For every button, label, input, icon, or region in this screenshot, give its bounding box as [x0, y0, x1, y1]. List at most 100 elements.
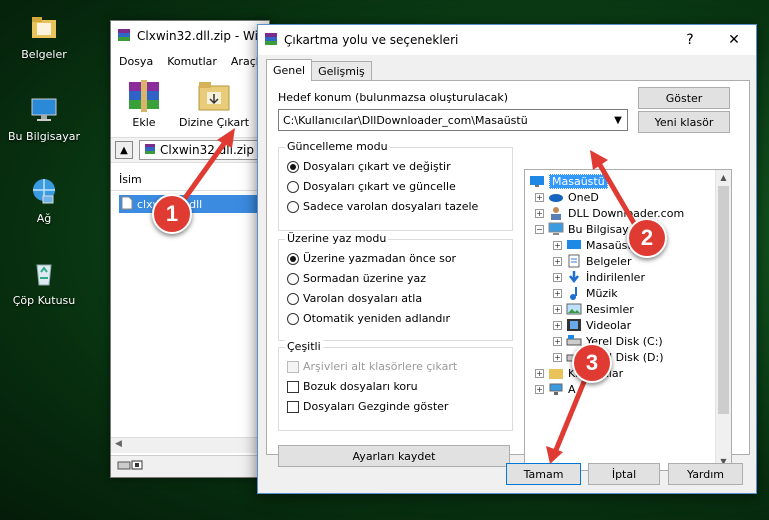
expand-icon[interactable]: + [535, 384, 544, 394]
tree-item-documents[interactable]: + Belgeler [553, 253, 631, 269]
computer-icon [27, 92, 61, 126]
overwrite-mode-group: Üzerine yaz modu Üzerine yazmadan önce s… [278, 232, 513, 341]
desktop-icon-network[interactable]: Ağ [6, 174, 82, 225]
checkbox-show-in-explorer[interactable]: Dosyaları Gezginde göster [287, 400, 448, 413]
expand-icon[interactable]: + [553, 272, 562, 282]
collapse-icon[interactable]: − [535, 224, 544, 234]
checkbox-label: Arşivleri alt klasörlere çıkart [303, 360, 458, 373]
archive-books-icon [123, 78, 165, 114]
user-icon [548, 206, 564, 220]
tree-item-desktop-sub[interactable]: + Masaüstü [553, 237, 639, 253]
scroll-up-icon[interactable]: ▲ [716, 170, 731, 186]
expand-icon[interactable]: + [535, 208, 544, 218]
archive-path-box[interactable]: Clxwin32.dll.zip [139, 140, 269, 160]
folder-tree[interactable]: Masaüstü + OneD + DLL Downloader.com − B… [524, 169, 732, 471]
radio-label: Dosyaları çıkart ve güncelle [303, 180, 456, 193]
scroll-thumb[interactable] [718, 186, 729, 414]
ok-button[interactable]: Tamam [506, 463, 581, 485]
column-header-name[interactable]: İsim [111, 169, 269, 191]
library-folder-icon [548, 366, 564, 380]
archive-small-icon [144, 143, 156, 158]
save-settings-button[interactable]: Ayarları kaydet [278, 445, 510, 467]
tab-general[interactable]: Genel [266, 59, 313, 81]
arrow-up-icon: ▲ [120, 144, 128, 156]
tree-item-user[interactable]: + DLL Downloader.com [535, 205, 684, 221]
dialog-tabs: Genel Gelişmiş [266, 59, 372, 81]
tree-item-label: Masaüstü [549, 173, 608, 189]
expand-icon[interactable]: + [553, 240, 562, 250]
extract-to-button[interactable]: Dizine Çıkart [179, 78, 249, 129]
radio-skip-existing[interactable]: Varolan dosyaları atla [287, 292, 422, 305]
add-label: Ekle [132, 116, 156, 129]
desktop-icon-label: Ağ [36, 212, 52, 225]
file-icon [121, 196, 133, 213]
desktop-icon-this-pc[interactable]: Bu Bilgisayar [6, 92, 82, 143]
radio-ask-before[interactable]: Üzerine yazmadan önce sor [287, 252, 456, 265]
close-icon[interactable]: ✕ [712, 25, 756, 55]
horizontal-scrollbar[interactable]: ◀ [111, 437, 269, 453]
expand-icon[interactable]: + [553, 288, 562, 298]
tree-item-pictures[interactable]: + Resimler [553, 301, 634, 317]
cancel-button[interactable]: İptal [588, 463, 660, 485]
add-button[interactable]: Ekle [123, 78, 165, 129]
extract-folder-icon [193, 78, 235, 114]
tree-item-music[interactable]: + Müzik [553, 285, 618, 301]
expand-icon[interactable]: + [553, 304, 562, 314]
radio-auto-rename[interactable]: Otomatik yeniden adlandır [287, 312, 450, 325]
radio-icon [287, 292, 299, 305]
pictures-icon [566, 302, 582, 316]
tree-item-desktop[interactable]: Masaüstü [529, 173, 608, 189]
download-icon [566, 270, 582, 284]
destination-path-combobox[interactable]: C:\Kullanıcılar\DllDownloader_com\Masaüs… [278, 109, 628, 131]
radio-icon [287, 312, 299, 325]
tree-item-this-pc[interactable]: − Bu Bilgisay [535, 221, 629, 237]
tree-item-disk-c[interactable]: + Yerel Disk (C:) [553, 333, 663, 349]
radio-fresh-existing[interactable]: Sadece varolan dosyaları tazele [287, 200, 478, 213]
tree-item-network[interactable]: + A [535, 381, 576, 397]
general-panel: Hedef konum (bulunmazsa oluşturulacak) C… [266, 80, 750, 471]
tree-vertical-scrollbar[interactable]: ▲ ▼ [715, 170, 731, 470]
expand-icon[interactable]: + [553, 320, 562, 330]
expand-icon[interactable]: + [553, 336, 562, 346]
show-button[interactable]: Göster [638, 87, 730, 109]
desktop-icon-documents[interactable]: Belgeler [6, 10, 82, 61]
winrar-icon [264, 32, 278, 49]
winrar-pathbar: ▲ Clxwin32.dll.zip [111, 137, 269, 163]
radio-extract-update[interactable]: Dosyaları çıkart ve güncelle [287, 180, 456, 193]
network-icon [548, 382, 564, 396]
scroll-left-icon: ◀ [115, 439, 122, 449]
tree-item-label: DLL Downloader.com [568, 206, 685, 220]
desktop-folder-icon [566, 238, 582, 252]
tree-item-videos[interactable]: + Videolar [553, 317, 631, 333]
expand-icon[interactable]: + [535, 368, 544, 378]
documents-icon [566, 254, 582, 268]
winrar-titlebar[interactable]: Clxwin32.dll.zip - Wi [111, 21, 269, 51]
tree-item-onedrive[interactable]: + OneD [535, 189, 599, 205]
up-folder-button[interactable]: ▲ [115, 141, 133, 159]
radio-overwrite-without[interactable]: Sormadan üzerine yaz [287, 272, 426, 285]
radio-label: Sadece varolan dosyaları tazele [303, 200, 479, 213]
menu-commands[interactable]: Komutlar [167, 55, 217, 68]
desktop-icon-recycle-bin[interactable]: Çöp Kutusu [6, 256, 82, 307]
chevron-down-icon[interactable]: ▼ [609, 115, 627, 126]
radio-selected-icon [287, 160, 299, 173]
checkbox-icon [287, 400, 299, 413]
recycle-bin-icon [27, 256, 61, 290]
help-icon[interactable]: ? [668, 25, 712, 55]
checkbox-keep-broken[interactable]: Bozuk dosyaları koru [287, 380, 418, 393]
expand-icon[interactable]: + [553, 256, 562, 266]
help-button[interactable]: Yardım [668, 463, 743, 485]
checkbox-disabled-icon [287, 360, 299, 373]
dialog-title: Çıkartma yolu ve seçenekleri [284, 33, 459, 47]
dialog-titlebar[interactable]: Çıkartma yolu ve seçenekleri ? ✕ [258, 25, 756, 55]
tree-item-label: Müzik [586, 286, 618, 300]
menu-file[interactable]: Dosya [119, 55, 153, 68]
update-mode-title: Güncelleme modu [285, 140, 390, 153]
tree-item-downloads[interactable]: + İndirilenler [553, 269, 645, 285]
network-globe-icon [27, 174, 61, 208]
new-folder-button[interactable]: Yeni klasör [638, 111, 730, 133]
expand-icon[interactable]: + [535, 192, 544, 202]
tab-advanced[interactable]: Gelişmiş [311, 61, 372, 81]
expand-icon[interactable]: + [553, 352, 562, 362]
radio-extract-replace[interactable]: Dosyaları çıkart ve değiştir [287, 160, 451, 173]
